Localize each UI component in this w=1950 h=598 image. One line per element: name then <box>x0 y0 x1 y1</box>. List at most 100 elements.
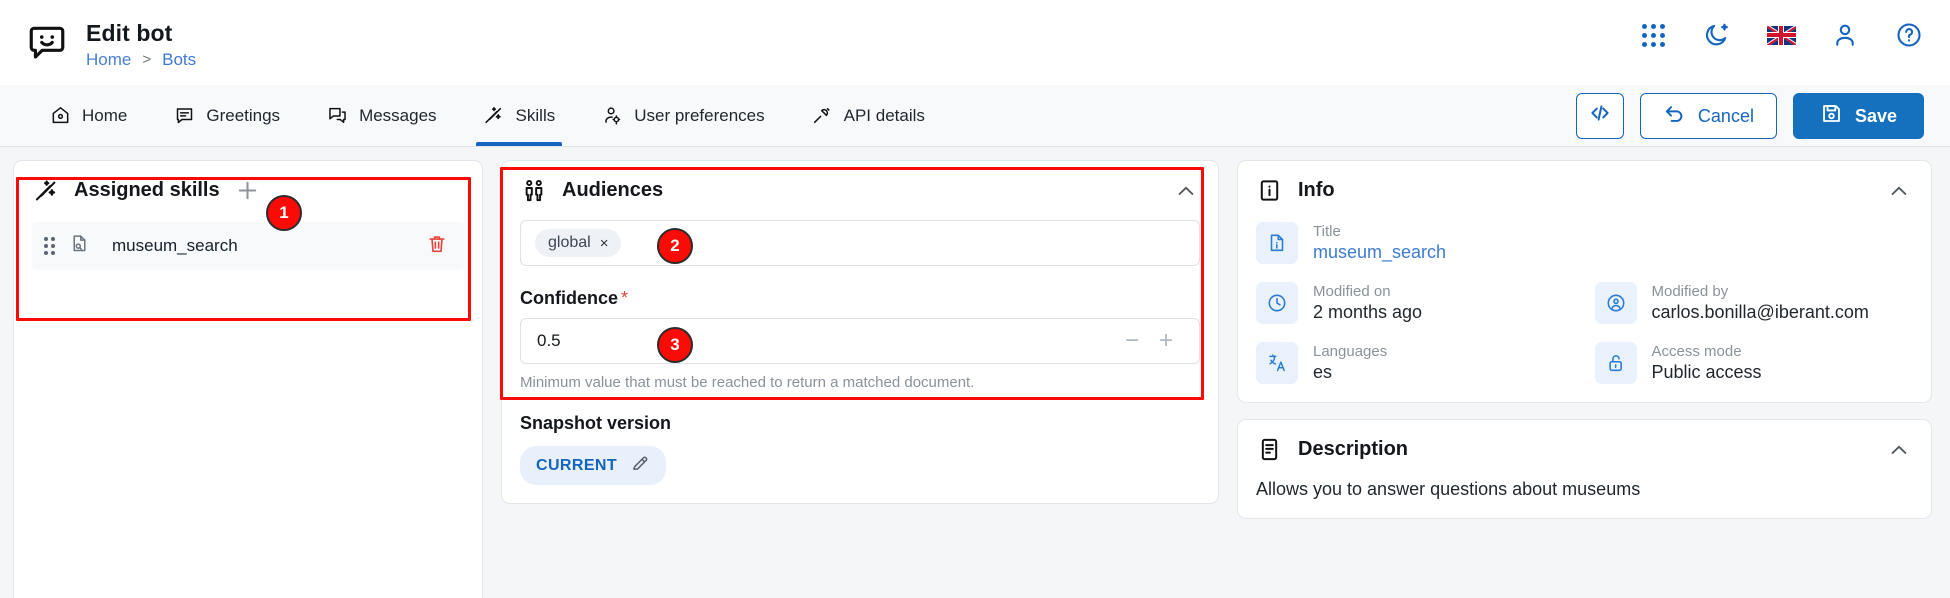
info-label-access-mode: Access mode <box>1651 343 1742 360</box>
app-header: Edit bot Home > Bots <box>0 0 1950 85</box>
info-label-modified-on: Modified on <box>1313 283 1391 300</box>
tab-greetings[interactable]: Greetings <box>150 85 303 146</box>
tab-home[interactable]: Home <box>26 85 150 146</box>
snapshot-version-label: Snapshot version <box>520 413 672 433</box>
user-circle-icon <box>1594 282 1637 324</box>
tab-skills[interactable]: Skills <box>460 85 579 146</box>
drag-handle-icon[interactable] <box>44 237 55 255</box>
page-title: Edit bot <box>86 19 173 46</box>
magic-wand-icon <box>32 177 59 204</box>
tab-user-preferences[interactable]: User preferences <box>578 85 787 146</box>
view-code-button[interactable] <box>1575 92 1624 139</box>
cancel-button-label: Cancel <box>1697 105 1754 126</box>
description-doc-icon <box>1256 436 1283 463</box>
brand: Edit bot Home > Bots <box>26 16 196 70</box>
close-icon[interactable]: × <box>600 235 609 252</box>
api-plug-icon <box>811 105 833 127</box>
apps-grid-icon[interactable] <box>1638 20 1668 50</box>
info-value-modified-by: carlos.bonilla@iberant.com <box>1651 302 1869 322</box>
info-value-languages: es <box>1313 362 1333 382</box>
audience-chip[interactable]: global × <box>535 229 622 257</box>
right-column: Info Title museum_search Modified on 2 m… <box>1237 160 1932 519</box>
increment-button[interactable]: + <box>1149 324 1183 358</box>
audiences-title: Audiences <box>562 179 664 201</box>
info-label-languages: Languages <box>1313 343 1388 360</box>
info-header: Info <box>1256 177 1913 204</box>
skill-name-label: museum_search <box>112 236 238 255</box>
info-label-modified-by: Modified by <box>1651 283 1729 300</box>
snapshot-version-value: CURRENT <box>536 456 618 474</box>
chevron-up-icon[interactable] <box>1887 438 1911 467</box>
help-circle-icon[interactable] <box>1894 20 1924 50</box>
breadcrumb: Home > Bots <box>86 50 196 70</box>
home-icon <box>49 105 71 127</box>
info-field-access-mode: Access mode Public access <box>1594 342 1914 384</box>
document-info-icon <box>1256 222 1298 264</box>
description-title: Description <box>1298 438 1409 460</box>
assigned-skills-title: Assigned skills <box>74 179 220 201</box>
unlock-icon <box>1594 342 1637 384</box>
audience-chip-label: global <box>548 234 591 251</box>
dark-mode-moon-icon[interactable] <box>1702 20 1732 50</box>
confidence-label: Confidence * <box>520 288 1200 309</box>
list-item[interactable]: museum_search <box>32 222 464 270</box>
required-asterisk: * <box>621 288 629 308</box>
main-content: Assigned skills museum_search Audiences … <box>0 147 1950 598</box>
description-panel: Description Allows you to answer questio… <box>1237 419 1932 519</box>
audiences-header: Audiences <box>520 177 1200 204</box>
user-settings-icon <box>601 105 623 127</box>
pencil-edit-icon[interactable] <box>630 453 650 478</box>
tab-api-details[interactable]: API details <box>788 85 948 146</box>
clock-icon <box>1256 282 1298 324</box>
user-account-icon[interactable] <box>1830 20 1860 50</box>
messages-icon <box>326 105 348 127</box>
info-field-modified-by: Modified by carlos.bonilla@iberant.com <box>1594 282 1914 324</box>
decrement-button[interactable]: − <box>1115 324 1149 358</box>
middle-column: Audiences global × Confidence * 0.5 − + … <box>501 160 1219 504</box>
trash-icon[interactable] <box>426 233 448 260</box>
chat-bot-icon <box>26 22 68 64</box>
breadcrumb-item-bots[interactable]: Bots <box>162 50 196 70</box>
tab-skills-label: Skills <box>515 105 556 125</box>
audience-people-icon <box>520 177 547 204</box>
snapshot-version-chip[interactable]: CURRENT <box>520 446 667 485</box>
info-value-title[interactable]: museum_search <box>1313 242 1446 263</box>
tab-greetings-label: Greetings <box>206 105 281 125</box>
assigned-skills-panel: Assigned skills museum_search <box>13 160 483 598</box>
info-value-access-mode: Public access <box>1651 362 1762 382</box>
confidence-label-text: Confidence <box>520 288 619 308</box>
confidence-value[interactable]: 0.5 <box>537 331 1115 351</box>
uk-flag-icon[interactable] <box>1766 20 1796 50</box>
description-text: Allows you to answer questions about mus… <box>1256 479 1641 499</box>
toolbar-actions: Cancel Save <box>1575 92 1924 139</box>
info-fields: Title museum_search Modified on 2 months… <box>1256 222 1913 384</box>
magic-wand-icon <box>483 105 505 127</box>
tab-messages[interactable]: Messages <box>303 85 459 146</box>
tab-user-preferences-label: User preferences <box>634 105 765 125</box>
tab-messages-label: Messages <box>359 105 437 125</box>
translate-icon <box>1256 342 1298 384</box>
breadcrumb-item-home[interactable]: Home <box>86 50 131 70</box>
app-root: Edit bot Home > Bots Home Greetings Mess… <box>0 0 1950 598</box>
info-label-title: Title <box>1313 223 1341 240</box>
info-panel: Info Title museum_search Modified on 2 m… <box>1237 160 1932 403</box>
header-icon-tray <box>1638 20 1924 50</box>
chevron-up-icon[interactable] <box>1174 179 1198 208</box>
speech-bubble-lines-icon <box>173 105 195 127</box>
add-skill-button[interactable] <box>235 178 261 204</box>
audiences-input[interactable]: global × <box>520 220 1200 266</box>
code-brackets-icon <box>1588 101 1612 130</box>
tab-home-label: Home <box>82 105 128 125</box>
description-header: Description <box>1256 436 1913 463</box>
info-box-icon <box>1256 177 1283 204</box>
save-button[interactable]: Save <box>1792 92 1924 139</box>
undo-arrow-icon <box>1663 102 1686 130</box>
confidence-input[interactable]: 0.5 − + <box>520 318 1200 364</box>
chevron-up-icon[interactable] <box>1887 179 1911 208</box>
info-field-modified-on: Modified on 2 months ago <box>1256 282 1575 324</box>
chevron-right-separator-icon: > <box>142 51 152 68</box>
tab-api-details-label: API details <box>843 105 925 125</box>
floppy-save-icon <box>1820 102 1843 130</box>
cancel-button[interactable]: Cancel <box>1639 92 1777 139</box>
assigned-skills-header: Assigned skills <box>32 177 464 204</box>
